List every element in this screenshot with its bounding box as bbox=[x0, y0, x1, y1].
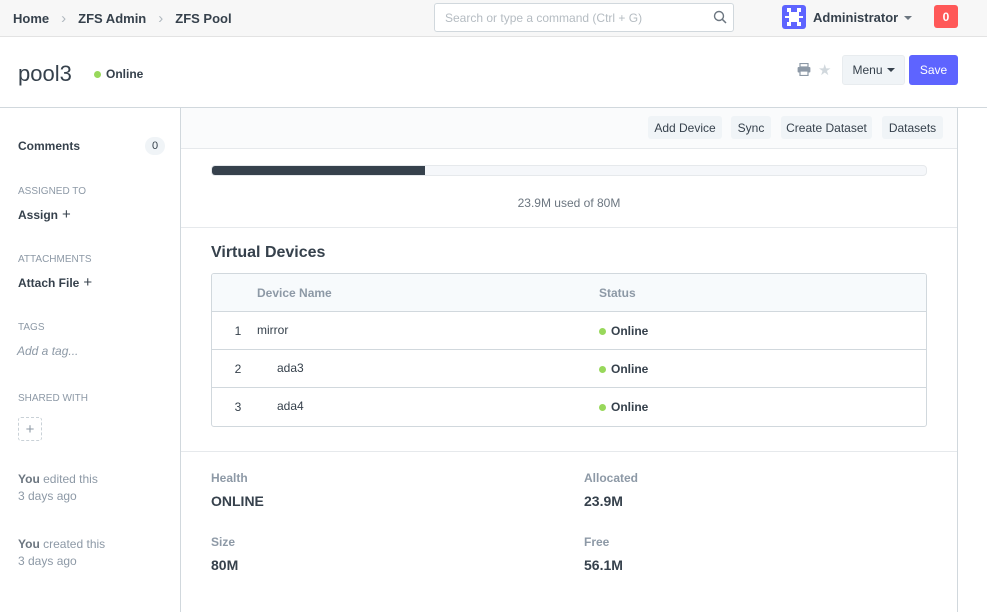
device-name: ada3 bbox=[277, 361, 304, 375]
device-status-text: Online bbox=[611, 324, 649, 338]
datasets-button[interactable]: Datasets bbox=[882, 116, 943, 139]
plus-icon: + bbox=[25, 420, 35, 438]
status-text: Online bbox=[106, 67, 144, 81]
search-icon[interactable] bbox=[713, 10, 727, 27]
status-dot-icon bbox=[599, 365, 606, 373]
tags-label: TAGS bbox=[18, 322, 45, 333]
comments-link[interactable]: Comments bbox=[18, 139, 80, 153]
allocated-label: Allocated bbox=[584, 471, 639, 485]
avatar[interactable] bbox=[782, 5, 806, 29]
device-status-text: Online bbox=[611, 400, 649, 414]
chevron-right-icon: › bbox=[158, 9, 164, 27]
size-label: Size bbox=[211, 535, 236, 549]
menu-button[interactable]: Menu bbox=[842, 55, 905, 85]
device-name: ada4 bbox=[277, 399, 304, 413]
usage-progress-bar bbox=[211, 165, 927, 176]
plus-icon: + bbox=[83, 274, 93, 291]
free-value: 56.1M bbox=[584, 557, 623, 573]
print-icon[interactable] bbox=[797, 62, 811, 79]
user-menu[interactable]: Administrator bbox=[813, 10, 913, 25]
section-divider bbox=[181, 227, 957, 228]
row-index: 2 bbox=[234, 362, 242, 376]
page-head: pool3 Online ★ Menu Save bbox=[0, 37, 987, 108]
section-title: Virtual Devices bbox=[211, 244, 326, 261]
device-status: Online bbox=[599, 324, 648, 338]
add-tag-input[interactable]: Add a tag... bbox=[17, 344, 78, 358]
device-name: mirror bbox=[257, 323, 289, 337]
free-label: Free bbox=[584, 535, 610, 549]
activity-user[interactable]: You bbox=[18, 472, 40, 486]
plus-icon: + bbox=[62, 206, 71, 223]
activity-action: edited this bbox=[43, 472, 98, 486]
activity-time: 3 days ago bbox=[18, 489, 77, 503]
activity-item: You edited this 3 days ago bbox=[18, 471, 98, 505]
section-divider bbox=[181, 451, 957, 452]
assign-label: Assign bbox=[18, 208, 59, 222]
usage-text: 23.9M used of 80M bbox=[517, 196, 621, 210]
health-value: ONLINE bbox=[211, 493, 264, 509]
device-status-text: Online bbox=[611, 362, 649, 376]
assign-button[interactable]: Assign + bbox=[18, 206, 71, 223]
comments-count-badge: 0 bbox=[145, 137, 165, 155]
attach-file-button[interactable]: Attach File + bbox=[18, 274, 92, 291]
activity-action: created this bbox=[43, 537, 106, 551]
table-row[interactable]: 2 ada3 Online bbox=[212, 350, 926, 388]
breadcrumb-zfs-pool[interactable]: ZFS Pool bbox=[175, 11, 231, 26]
menu-label: Menu bbox=[852, 63, 883, 77]
column-header-status: Status bbox=[599, 286, 636, 300]
form-toolbar: Add Device Sync Create Dataset Datasets bbox=[181, 108, 957, 149]
sidebar: Comments 0 ASSIGNED TO Assign + ATTACHMEN… bbox=[0, 108, 180, 612]
table-row[interactable]: 3 ada4 Online bbox=[212, 388, 926, 426]
activity-user[interactable]: You bbox=[18, 537, 40, 551]
usage-progress-fill bbox=[212, 166, 426, 175]
size-value: 80M bbox=[211, 557, 239, 573]
add-device-button[interactable]: Add Device bbox=[648, 116, 722, 139]
save-button[interactable]: Save bbox=[909, 55, 958, 85]
device-status: Online bbox=[599, 400, 648, 414]
column-header-device-name: Device Name bbox=[257, 286, 332, 300]
notification-badge[interactable]: 0 bbox=[934, 5, 958, 28]
breadcrumb-zfs-admin[interactable]: ZFS Admin bbox=[78, 11, 146, 26]
table-header: Device Name Status bbox=[212, 274, 926, 312]
virtual-devices-table: Device Name Status 1 mirror Online 2 ada… bbox=[211, 273, 927, 427]
attachments-label: ATTACHMENTS bbox=[18, 254, 92, 265]
star-icon[interactable]: ★ bbox=[818, 61, 831, 79]
search-box bbox=[434, 3, 734, 32]
table-row[interactable]: 1 mirror Online bbox=[212, 312, 926, 350]
attach-file-label: Attach File bbox=[18, 276, 80, 290]
status-dot-icon bbox=[599, 403, 606, 411]
sync-button[interactable]: Sync bbox=[731, 116, 771, 139]
form-body: Add Device Sync Create Dataset Datasets … bbox=[180, 108, 958, 612]
activity-item: You created this 3 days ago bbox=[18, 536, 105, 570]
activity-time: 3 days ago bbox=[18, 554, 77, 568]
assigned-to-label: ASSIGNED TO bbox=[18, 186, 86, 197]
chevron-right-icon: › bbox=[61, 9, 67, 27]
status-dot-icon bbox=[599, 327, 606, 335]
create-dataset-button[interactable]: Create Dataset bbox=[781, 116, 872, 139]
row-index: 3 bbox=[234, 400, 242, 414]
status-indicator: Online bbox=[94, 67, 143, 81]
health-label: Health bbox=[211, 471, 248, 485]
avatar-icon bbox=[785, 8, 803, 26]
breadcrumb-home[interactable]: Home bbox=[13, 11, 49, 26]
breadcrumb: Home › ZFS Admin › ZFS Pool bbox=[13, 0, 232, 36]
navbar: Home › ZFS Admin › ZFS Pool Administrato… bbox=[0, 0, 987, 37]
device-status: Online bbox=[599, 362, 648, 376]
page-title: pool3 bbox=[18, 61, 72, 86]
search-input[interactable] bbox=[435, 4, 695, 31]
shared-with-label: SHARED WITH bbox=[18, 393, 88, 404]
caret-down-icon bbox=[904, 15, 913, 20]
status-dot-icon bbox=[94, 70, 101, 78]
user-name: Administrator bbox=[813, 10, 899, 25]
add-share-button[interactable]: + bbox=[18, 417, 42, 441]
allocated-value: 23.9M bbox=[584, 493, 623, 509]
caret-down-icon bbox=[886, 68, 895, 72]
